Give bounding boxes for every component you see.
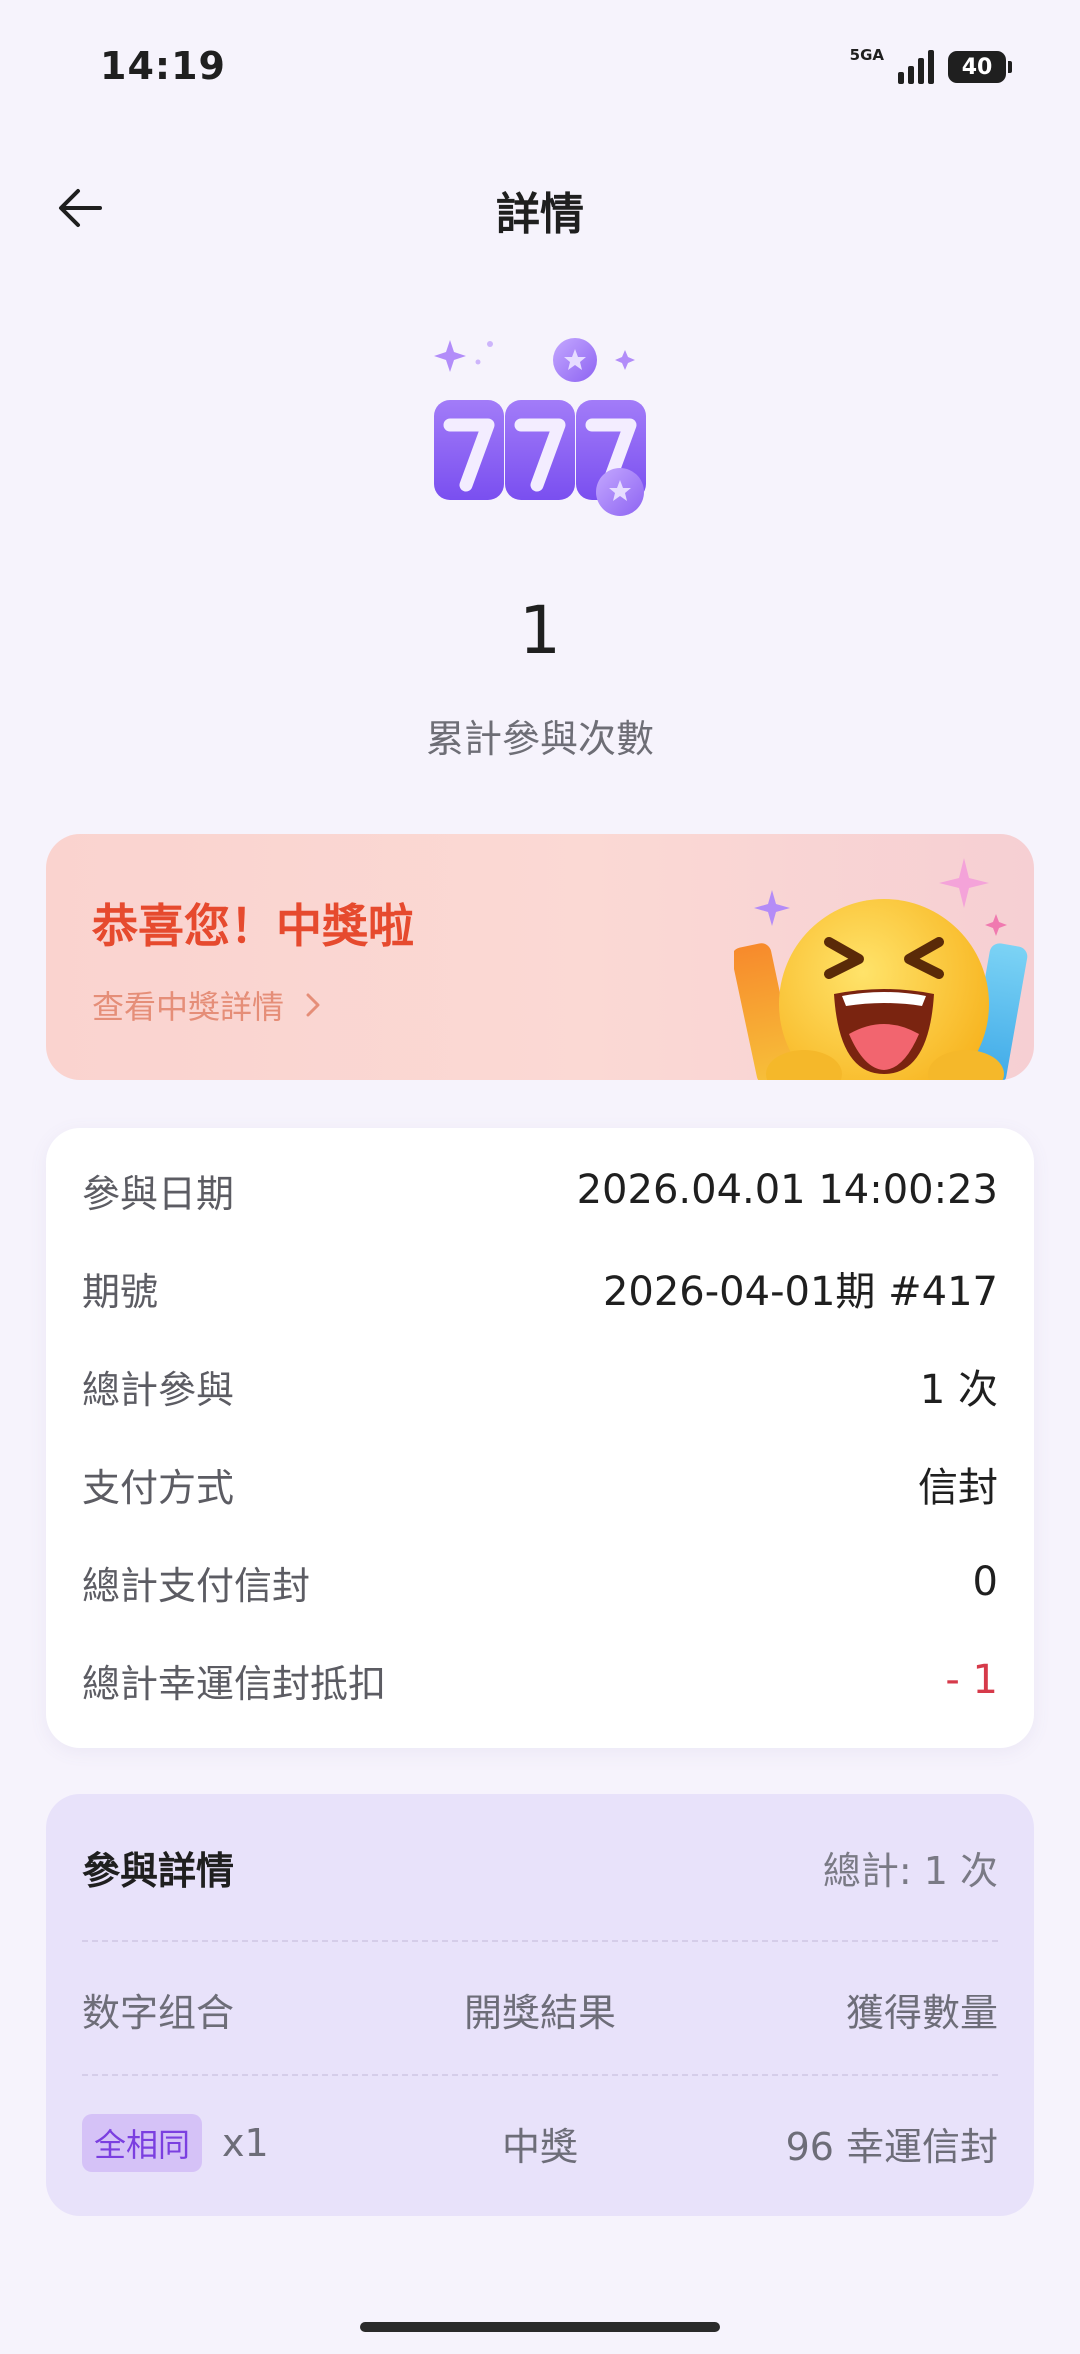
participation-details-card: 參與詳情 總計: 1 次 数字组合 開獎結果 獲得數量 全相同 x1 中獎 96… — [46, 1794, 1034, 2216]
participation-count-label: 累計參與次數 — [425, 717, 654, 761]
info-label: 參與日期 — [82, 1171, 235, 1216]
battery-icon: 40 — [948, 51, 1012, 83]
info-row-payment-method: 支付方式 信封 — [82, 1454, 998, 1514]
participation-info-card: 參與日期 2026.04.01 14:00:23 期號 2026-04-01期 … — [46, 1128, 1034, 1748]
chevron-right-icon — [306, 993, 320, 1017]
details-column-headers: 数字组合 開獎結果 獲得數量 — [82, 1982, 998, 2037]
info-row-total-participation: 總計參與 1 次 — [82, 1356, 998, 1416]
info-value: 信封 — [918, 1465, 998, 1511]
laughing-emoji-illustration — [734, 858, 1028, 1080]
info-value: 2026-04-01期 #417 — [602, 1269, 998, 1315]
table-row: 全相同 x1 中獎 96 幸運信封 — [82, 2114, 998, 2172]
page-title: 詳情 — [496, 189, 584, 240]
network-type: 5GA — [849, 46, 884, 64]
details-header: 參與詳情 總計: 1 次 — [82, 1840, 998, 1895]
details-title: 參與詳情 — [82, 1849, 235, 1893]
details-total: 總計: 1 次 — [822, 1849, 998, 1893]
view-win-details-label: 查看中獎詳情 — [92, 988, 285, 1026]
info-label: 總計參與 — [82, 1367, 235, 1412]
column-header-combination: 数字组合 — [82, 1991, 235, 2035]
combination-tag: 全相同 — [82, 2114, 203, 2172]
win-title: 恭喜您！中獎啦 — [92, 899, 414, 953]
home-indicator[interactable] — [360, 2322, 720, 2332]
win-banner[interactable]: 恭喜您！中獎啦 查看中獎詳情 — [46, 834, 1034, 1080]
info-row-lucky-deduction: 總計幸運信封抵扣 - 1 — [82, 1650, 998, 1710]
info-row-period: 期號 2026-04-01期 #417 — [82, 1258, 998, 1318]
signal-icon — [898, 50, 934, 84]
combination-cell: 全相同 x1 — [82, 2114, 382, 2172]
combination-multiplier: x1 — [222, 2121, 269, 2165]
result-cell: 中獎 — [501, 2124, 578, 2169]
info-value: 0 — [972, 1559, 998, 1605]
divider — [82, 1940, 998, 1942]
app-header: 詳情 — [0, 150, 1080, 260]
view-win-details-link[interactable]: 查看中獎詳情 — [92, 982, 322, 1028]
column-header-result: 開獎結果 — [463, 1991, 616, 2035]
info-label: 支付方式 — [82, 1465, 235, 1510]
status-time: 14:19 — [100, 44, 226, 88]
info-value-negative: - 1 — [945, 1657, 998, 1703]
status-bar: 14:19 5GA 40 — [0, 0, 1080, 140]
info-label: 總計支付信封 — [82, 1563, 311, 1608]
participation-count: 1 — [519, 592, 561, 669]
info-value: 1 次 — [919, 1367, 998, 1413]
info-row-date: 參與日期 2026.04.01 14:00:23 — [82, 1160, 998, 1220]
column-header-amount: 獲得數量 — [845, 1991, 998, 2035]
divider — [82, 2074, 998, 2076]
slot-777-icon — [434, 338, 646, 516]
info-label: 期號 — [82, 1269, 159, 1314]
info-row-total-paid: 總計支付信封 0 — [82, 1552, 998, 1612]
info-label: 總計幸運信封抵扣 — [82, 1661, 387, 1706]
status-icons: 5GA 40 — [850, 46, 1012, 84]
amount-cell: 96 幸運信封 — [785, 2124, 998, 2169]
info-value: 2026.04.01 14:00:23 — [576, 1167, 998, 1213]
